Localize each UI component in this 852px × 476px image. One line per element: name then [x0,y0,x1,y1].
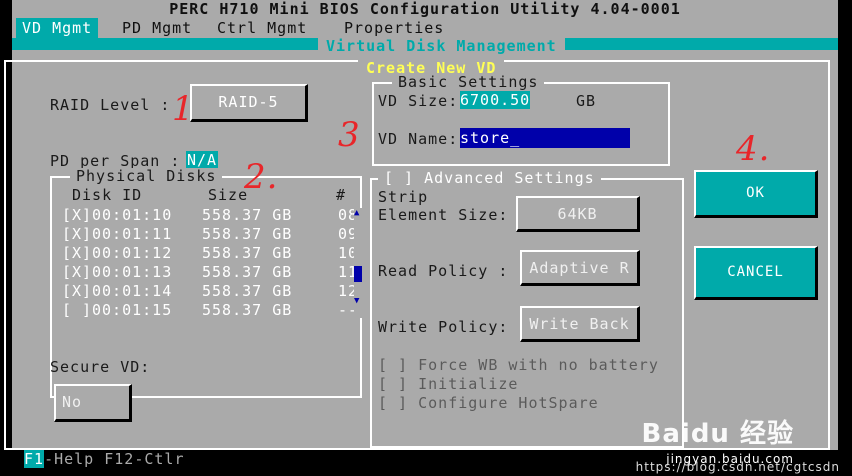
vd-size-input[interactable]: 6700.50 [460,91,530,109]
vd-size-label: VD Size: [378,92,459,110]
write-policy-label: Write Policy: [378,318,509,336]
physical-disk-row[interactable]: [X] 00:01:10 558.37 GB 08 [62,206,357,224]
annotation-3: 3 [338,115,361,155]
disk-size: 558.37 GB [202,301,293,319]
disk-id: 00:01:12 [92,244,173,262]
tab-ctrl-mgmt[interactable]: Ctrl Mgmt [211,18,313,38]
physical-disk-row[interactable]: [X] 00:01:11 558.37 GB 09 [62,225,357,243]
main-panel: Virtual Disk Management Create New VD RA… [4,38,838,450]
disk-id: 00:01:11 [92,225,173,243]
menu-bar: VD Mgmt PD Mgmt Ctrl Mgmt Properties [12,18,838,38]
annotation-2: 2. [244,157,279,197]
physical-disk-row[interactable]: [ ] 00:01:15 558.37 GB -- [62,301,357,319]
strip-label: Strip [378,188,429,206]
disk-size: 558.37 GB [202,263,293,281]
secure-vd-label: Secure VD: [50,358,151,376]
write-policy-button[interactable]: Write Back [520,306,640,342]
title-bar: PERC H710 Mini BIOS Configuration Utilit… [12,0,838,18]
advanced-settings-title[interactable]: [ ] Advanced Settings [378,170,601,186]
initialize-checkbox[interactable]: [ ] Initialize [378,375,518,393]
disk-checkbox[interactable]: [X] [62,263,92,281]
source-url: https://blog.csdn.net/cgtcsdn [635,460,840,474]
secure-vd-button[interactable]: No [54,384,132,422]
physical-disk-row[interactable]: [X] 00:01:13 558.37 GB 11 [62,263,357,281]
vd-name-input[interactable]: store_ [460,128,630,148]
text-cursor: _ [510,129,521,147]
raid-level-button[interactable]: RAID-5 [190,84,308,122]
physical-disk-row[interactable]: [X] 00:01:12 558.37 GB 10 [62,244,357,262]
footer-text: -Help F12-Ctlr [44,450,185,468]
disk-id: 00:01:14 [92,282,173,300]
basic-settings-title: Basic Settings [392,74,545,90]
scrollbar-track[interactable]: ▲ ▼ [354,208,362,318]
disk-size: 558.37 GB [202,206,293,224]
configure-hotspare-checkbox[interactable]: [ ] Configure HotSpare [378,394,599,412]
column-number: # [336,186,347,204]
ok-button[interactable]: OK [694,170,818,218]
scrollbar-thumb[interactable] [354,266,362,282]
tab-pd-mgmt[interactable]: PD Mgmt [116,18,198,38]
column-disk-id: Disk ID [72,186,143,204]
disk-checkbox[interactable]: [X] [62,206,92,224]
advanced-settings-group: [ ] Advanced Settings Strip Element Size… [370,170,684,448]
baidu-watermark: Baidu 经验 [641,419,794,449]
window-title: PERC H710 Mini BIOS Configuration Utilit… [169,0,681,18]
disk-id: 00:01:13 [92,263,173,281]
physical-disk-row[interactable]: [X] 00:01:14 558.37 GB 12 [62,282,357,300]
create-vd-dialog: Create New VD RAID Level : RAID-5 PD per… [4,60,830,450]
disk-checkbox[interactable]: [X] [62,225,92,243]
scroll-down-icon[interactable]: ▼ [354,296,360,306]
read-policy-button[interactable]: Adaptive R [520,250,640,286]
vd-name-label: VD Name: [378,130,459,148]
annotation-4: 4. [736,129,771,169]
strip-size-button[interactable]: 64KB [516,196,640,232]
annotation-1: 1 [172,89,195,129]
cancel-button[interactable]: CANCEL [694,246,818,300]
element-size-label: Element Size: [378,206,509,224]
basic-settings-group: Basic Settings VD Size: 6700.50 GB VD Na… [372,74,670,166]
disk-id: 00:01:10 [92,206,173,224]
physical-disks-title: Physical Disks [70,168,223,184]
footer-key: F1 [24,450,45,468]
disk-size: 558.37 GB [202,225,293,243]
vd-name-value: store [460,129,511,147]
force-wb-checkbox[interactable]: [ ] Force WB with no battery [378,356,659,374]
read-policy-label: Read Policy : [378,262,509,280]
section-title: Virtual Disk Management [318,38,565,54]
raid-level-label: RAID Level : [50,96,171,114]
disk-size: 558.37 GB [202,282,293,300]
disk-checkbox[interactable]: [X] [62,244,92,262]
tab-vd-mgmt[interactable]: VD Mgmt [16,18,99,38]
vd-size-unit: GB [576,92,597,110]
tab-properties[interactable]: Properties [338,18,450,38]
disk-checkbox[interactable]: [ ] [62,301,92,319]
disk-checkbox[interactable]: [X] [62,282,92,300]
disk-id: 00:01:15 [92,301,173,319]
column-size: Size [208,186,249,204]
disk-size: 558.37 GB [202,244,293,262]
scroll-up-icon[interactable]: ▲ [354,208,360,218]
